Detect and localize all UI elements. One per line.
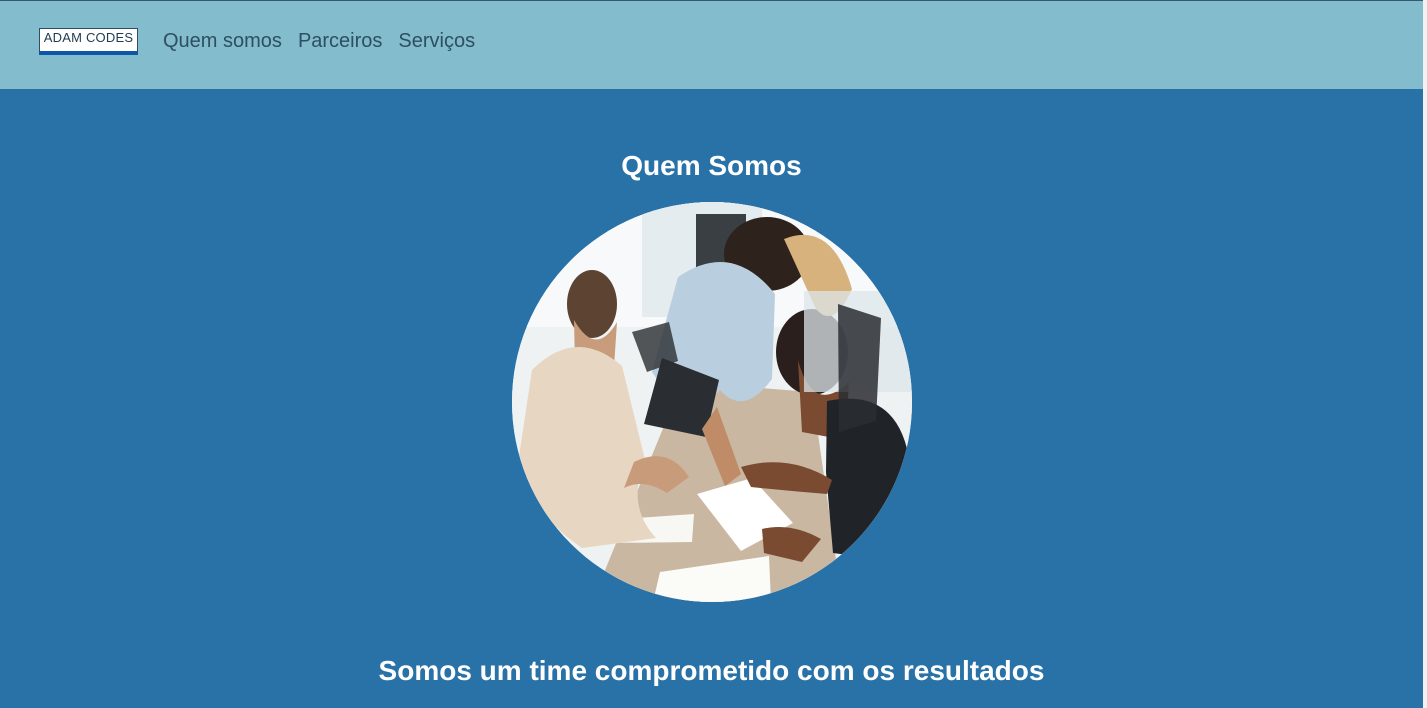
- main-navigation: Quem somos Parceiros Serviços: [163, 30, 475, 52]
- team-meeting-photo: [512, 202, 912, 602]
- team-meeting-illustration: [512, 202, 912, 602]
- nav-link-servicos[interactable]: Serviços: [398, 30, 475, 52]
- page-title: Quem Somos: [621, 149, 802, 181]
- page: ADAM CODES Quem somos Parceiros Serviços…: [0, 0, 1427, 708]
- nav-link-quem-somos[interactable]: Quem somos: [163, 30, 282, 52]
- vertical-scrollbar-track[interactable]: [1423, 0, 1427, 708]
- tagline: Somos um time comprometido com os result…: [378, 655, 1045, 687]
- logo[interactable]: ADAM CODES: [39, 28, 138, 55]
- nav-link-parceiros[interactable]: Parceiros: [298, 30, 382, 52]
- top-navigation-bar: ADAM CODES Quem somos Parceiros Serviços: [0, 0, 1423, 89]
